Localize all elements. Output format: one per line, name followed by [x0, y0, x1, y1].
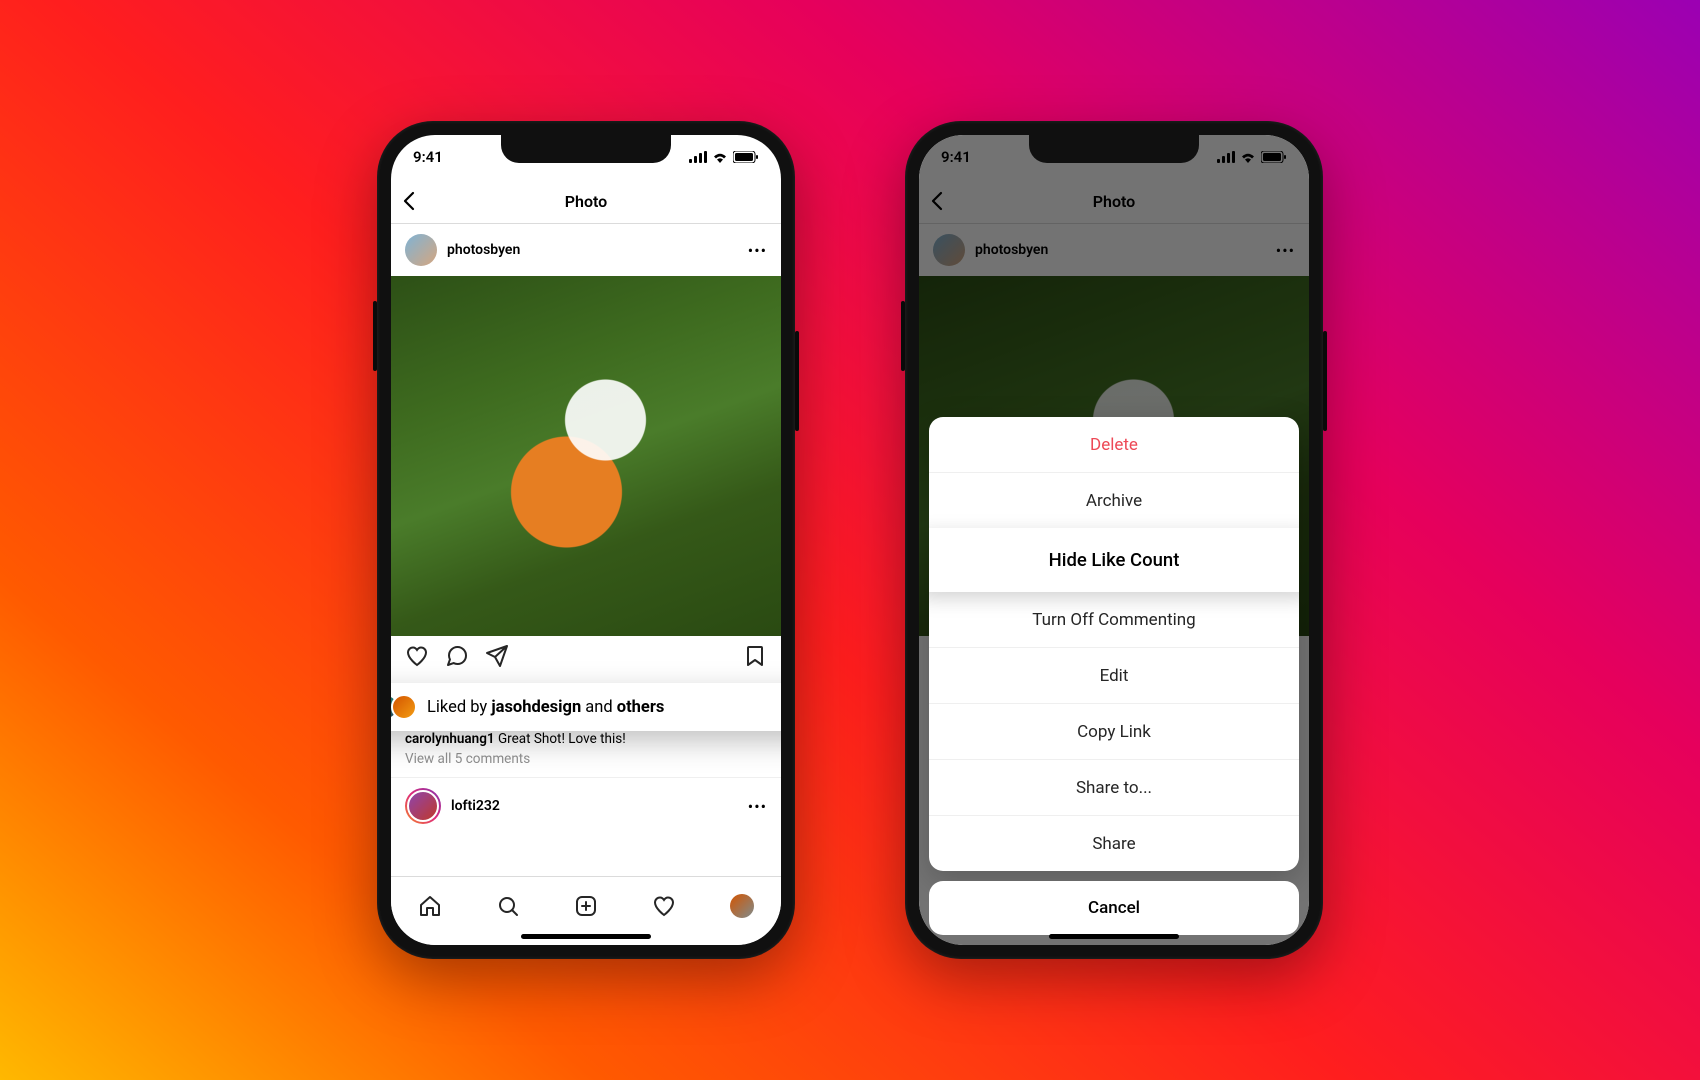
action-sheet: Delete Archive Hide Like Count Turn Off …	[929, 417, 1299, 935]
screen-right: 9:41 Photo photosbyen •••	[919, 135, 1309, 945]
status-icons	[689, 151, 759, 163]
next-post-header: lofti232 •••	[391, 777, 781, 834]
home-icon	[418, 894, 442, 918]
sheet-copy-link[interactable]: Copy Link	[929, 703, 1299, 759]
like-button[interactable]	[405, 644, 429, 668]
plus-square-icon	[574, 894, 598, 918]
back-button[interactable]	[403, 191, 415, 211]
page-title: Photo	[565, 192, 607, 211]
author-username[interactable]: photosbyen	[447, 242, 520, 258]
tab-home[interactable]	[418, 894, 442, 918]
author-avatar[interactable]	[405, 234, 437, 266]
device-notch	[1029, 135, 1199, 163]
signal-icon	[689, 151, 707, 163]
tab-search[interactable]	[496, 894, 520, 918]
device-notch	[501, 135, 671, 163]
home-indicator	[521, 934, 651, 939]
sheet-archive[interactable]: Archive	[929, 472, 1299, 528]
search-icon	[496, 894, 520, 918]
sheet-cancel[interactable]: Cancel	[929, 881, 1299, 935]
sheet-edit[interactable]: Edit	[929, 647, 1299, 703]
send-icon	[485, 644, 509, 668]
sheet-delete[interactable]: Delete	[929, 417, 1299, 472]
comment-icon	[445, 644, 469, 668]
post-more-button[interactable]: •••	[748, 241, 767, 260]
wifi-icon	[712, 151, 728, 163]
sheet-turn-off-commenting[interactable]: Turn Off Commenting	[929, 592, 1299, 647]
comment-button[interactable]	[445, 644, 469, 668]
promo-stage: 9:41 Photo photosbyen •••	[0, 0, 1700, 1080]
tab-activity[interactable]	[652, 894, 676, 918]
liked-by-avatars	[391, 694, 417, 720]
sheet-share[interactable]: Share	[929, 815, 1299, 871]
tab-create[interactable]	[574, 894, 598, 918]
post-actions	[391, 636, 781, 672]
action-sheet-list: Delete Archive Hide Like Count Turn Off …	[929, 417, 1299, 871]
save-button[interactable]	[743, 644, 767, 668]
phone-left: 9:41 Photo photosbyen •••	[377, 121, 795, 959]
phone-right: 9:41 Photo photosbyen •••	[905, 121, 1323, 959]
post-photo[interactable]	[391, 276, 781, 636]
view-all-comments[interactable]: View all 5 comments	[391, 749, 781, 769]
next-author-avatar[interactable]	[405, 788, 441, 824]
share-button[interactable]	[485, 644, 509, 668]
bookmark-icon	[743, 644, 767, 668]
status-time: 9:41	[413, 148, 443, 166]
tab-profile[interactable]	[730, 894, 754, 918]
next-post-more-button[interactable]: •••	[748, 797, 767, 816]
home-indicator	[1049, 934, 1179, 939]
heart-outline-icon	[652, 894, 676, 918]
chevron-left-icon	[403, 191, 415, 211]
post-header: photosbyen •••	[391, 224, 781, 276]
sheet-share-to[interactable]: Share to...	[929, 759, 1299, 815]
screen-left: 9:41 Photo photosbyen •••	[391, 135, 781, 945]
liked-by-callout[interactable]: Liked by jasohdesign and others	[391, 683, 781, 731]
battery-icon	[733, 151, 759, 163]
liked-by-text: Liked by jasohdesign and others	[427, 698, 664, 717]
heart-icon	[405, 644, 429, 668]
navbar: Photo	[391, 179, 781, 224]
sheet-hide-like-count[interactable]: Hide Like Count	[929, 528, 1299, 592]
next-author-username[interactable]: lofti232	[451, 798, 500, 814]
